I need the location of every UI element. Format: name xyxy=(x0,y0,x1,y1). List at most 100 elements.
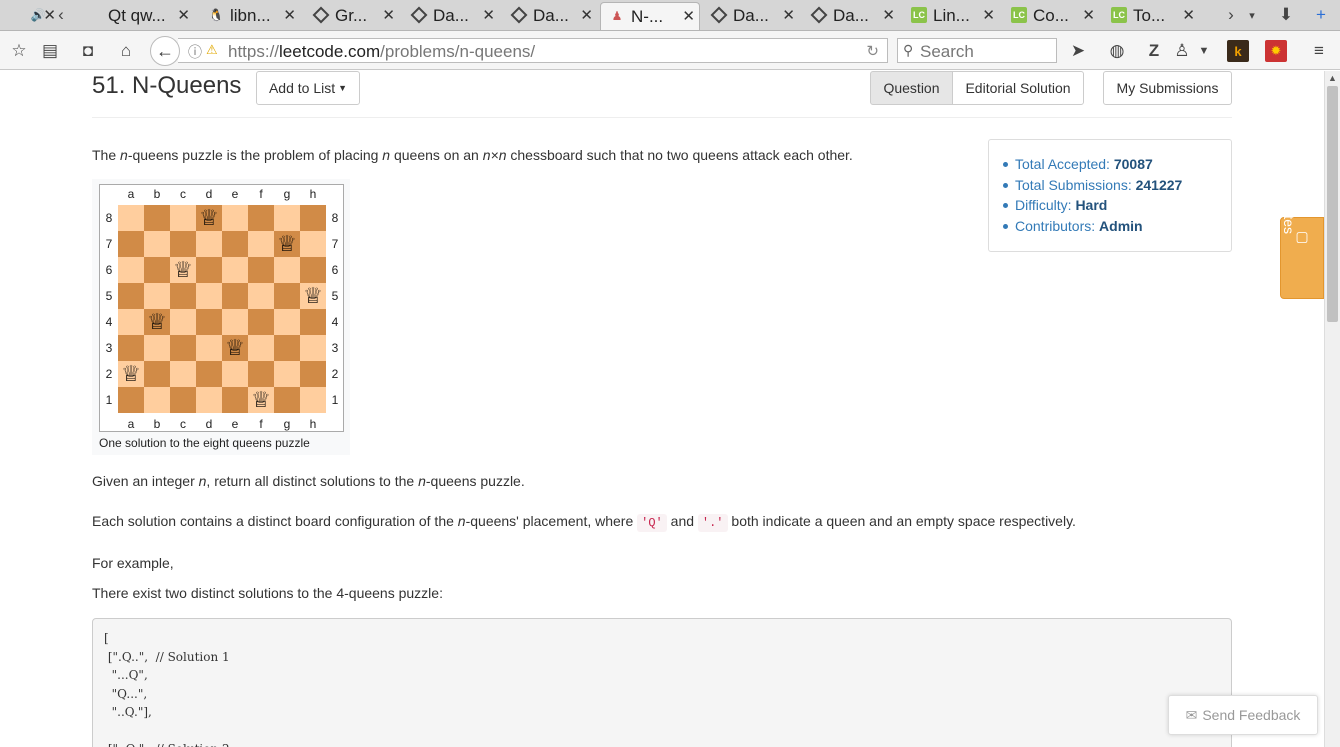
downloads-icon[interactable]: ⬇ xyxy=(1275,4,1297,26)
search-input[interactable]: ⚲ Search xyxy=(897,38,1057,63)
code-line: "..Q."], xyxy=(104,705,152,719)
pocket-icon[interactable]: ◘ xyxy=(77,40,99,62)
reload-icon[interactable]: ↻ xyxy=(866,42,879,60)
tab-question[interactable]: Question xyxy=(870,71,953,105)
square-d7 xyxy=(196,231,222,257)
chessboard: a a b b c c d d e e f f g g h h 8 8 7 7 6 6 5 5 4 4 3 3 2 2 1 1 ♕ ♕ ♕ ♕ ♕ ♕ ♕ ♕ xyxy=(99,184,344,432)
tab-editorial-solution[interactable]: Editorial Solution xyxy=(952,71,1084,105)
close-tab-icon[interactable]: ✕ xyxy=(177,6,190,24)
square-c3 xyxy=(170,335,196,361)
tab-dropdown-icon[interactable]: ▾ xyxy=(1241,4,1263,26)
url-bar[interactable]: ⓘ ⚠ https://leetcode.com/problems/n-quee… xyxy=(178,38,888,63)
globe-icon[interactable]: ◍ xyxy=(1106,40,1128,62)
scroll-tabs-left-icon[interactable]: ‹ xyxy=(50,4,72,26)
home-icon[interactable]: ⌂ xyxy=(115,40,137,62)
scrollbar-thumb[interactable] xyxy=(1327,86,1338,322)
back-button[interactable]: ← xyxy=(150,36,180,66)
diamond-icon xyxy=(410,6,428,24)
close-tab-icon[interactable]: ✕ xyxy=(882,6,895,24)
tab-3[interactable]: Gr... ✕ xyxy=(305,2,399,30)
square-c4 xyxy=(170,309,196,335)
notes-tab[interactable]: ▢ Notes xyxy=(1280,197,1324,299)
close-tab-icon[interactable]: ✕ xyxy=(283,6,296,24)
tab-1[interactable]: Qt qw... ✕ xyxy=(78,2,194,30)
notes-label: ▢ Notes xyxy=(1281,197,1309,246)
url-text: https://leetcode.com/problems/n-queens/ xyxy=(228,42,535,62)
tab-8[interactable]: Da... ✕ xyxy=(803,2,899,30)
tab-title: To... xyxy=(1133,6,1166,25)
file-label-c: c xyxy=(180,187,186,201)
square-h8 xyxy=(300,205,326,231)
tab-7[interactable]: Da... ✕ xyxy=(703,2,799,30)
tab-6[interactable]: ♟ N-... ✕ xyxy=(600,2,700,30)
close-tab-icon[interactable]: ✕ xyxy=(782,6,795,24)
file-label-d: d xyxy=(205,187,213,201)
zotero-icon[interactable]: Z xyxy=(1143,40,1165,62)
stat-value[interactable]: Admin xyxy=(1099,218,1143,234)
my-submissions-button[interactable]: My Submissions xyxy=(1103,71,1232,105)
close-tab-icon[interactable]: ✕ xyxy=(482,6,495,24)
user-icon[interactable]: ♙ xyxy=(1171,40,1193,62)
square-g8 xyxy=(274,205,300,231)
extension-gear-icon[interactable]: ✹ xyxy=(1265,40,1287,62)
dropdown-icon[interactable]: ▼ xyxy=(1193,40,1215,62)
rank-label-5: 5 xyxy=(105,289,113,303)
square-d6 xyxy=(196,257,222,283)
add-to-list-button[interactable]: Add to List ▼ xyxy=(256,71,360,105)
square-e4 xyxy=(222,309,248,335)
square-a8 xyxy=(118,205,144,231)
close-tab-icon[interactable]: ✕ xyxy=(580,6,593,24)
text: -queens' placement, where xyxy=(465,513,638,529)
stat-value[interactable]: Hard xyxy=(1075,197,1107,213)
reader-view-icon[interactable]: ▤ xyxy=(39,40,61,62)
tab-11[interactable]: LC To... ✕ xyxy=(1103,2,1199,30)
close-tab-icon[interactable]: ✕ xyxy=(1182,6,1195,24)
text: The xyxy=(92,147,121,163)
bookmark-star-icon[interactable]: ☆ xyxy=(8,40,30,62)
square-h3 xyxy=(300,335,326,361)
square-h6 xyxy=(300,257,326,283)
square-h4 xyxy=(300,309,326,335)
scroll-up-icon[interactable]: ▲ xyxy=(1328,73,1337,83)
send-feedback-button[interactable]: ✉ Send Feedback xyxy=(1168,695,1318,735)
close-tab-icon[interactable]: ✕ xyxy=(682,7,695,25)
tab-2[interactable]: 🐧 libn... ✕ xyxy=(200,2,300,30)
var-n: n xyxy=(382,147,391,163)
lc-badge: LC xyxy=(1011,7,1027,23)
close-tab-icon[interactable]: ✕ xyxy=(982,6,995,24)
file-label-a: a xyxy=(127,187,135,201)
text: -queens puzzle. xyxy=(425,473,525,489)
caret-down-icon: ▼ xyxy=(338,83,348,93)
tab-10[interactable]: LC Co... ✕ xyxy=(1003,2,1099,30)
file-label-a: a xyxy=(127,417,135,431)
tab-title: Gr... xyxy=(335,6,368,25)
stat-total-accepted: Total Accepted: 70087 xyxy=(1003,154,1231,175)
extension-k-icon[interactable]: k xyxy=(1227,40,1249,62)
send-icon[interactable]: ➤ xyxy=(1067,40,1089,62)
linux-icon: 🐧 xyxy=(208,8,224,22)
tab-4[interactable]: Da... ✕ xyxy=(403,2,499,30)
menu-icon[interactable]: ≡ xyxy=(1308,40,1330,62)
rank-label-2: 2 xyxy=(331,367,339,381)
close-tab-icon[interactable]: ✕ xyxy=(1082,6,1095,24)
page-title: 51. N-Queens xyxy=(92,72,242,99)
tab-list-icon[interactable]: › xyxy=(1220,4,1242,26)
square-h1 xyxy=(300,387,326,413)
stat-value: 70087 xyxy=(1113,156,1153,172)
new-tab-icon[interactable]: + xyxy=(1310,4,1332,26)
tab-5[interactable]: Da... ✕ xyxy=(503,2,597,30)
search-placeholder: Search xyxy=(920,42,974,61)
square-h2 xyxy=(300,361,326,387)
queen-icon: ♕ xyxy=(147,309,167,334)
back-arrow-icon: ← xyxy=(156,40,174,61)
scrollbar[interactable]: ▲ xyxy=(1324,71,1340,747)
square-e6 xyxy=(222,257,248,283)
file-label-e: e xyxy=(231,417,239,431)
tab-9[interactable]: LC Lin... ✕ xyxy=(903,2,999,30)
queen-icon: ♕ xyxy=(277,231,297,256)
close-tab-icon[interactable]: ✕ xyxy=(382,6,395,24)
inline-code-q: 'Q' xyxy=(637,514,667,532)
rank-label-4: 4 xyxy=(105,315,113,329)
tab-strip: 🔊 ✕ Qt qw... ✕ 🐧 libn... ✕ Gr... ✕ Da... ✕ Da... ✕ ♟ N… xyxy=(0,0,1340,31)
rank-label-5: 5 xyxy=(331,289,339,303)
